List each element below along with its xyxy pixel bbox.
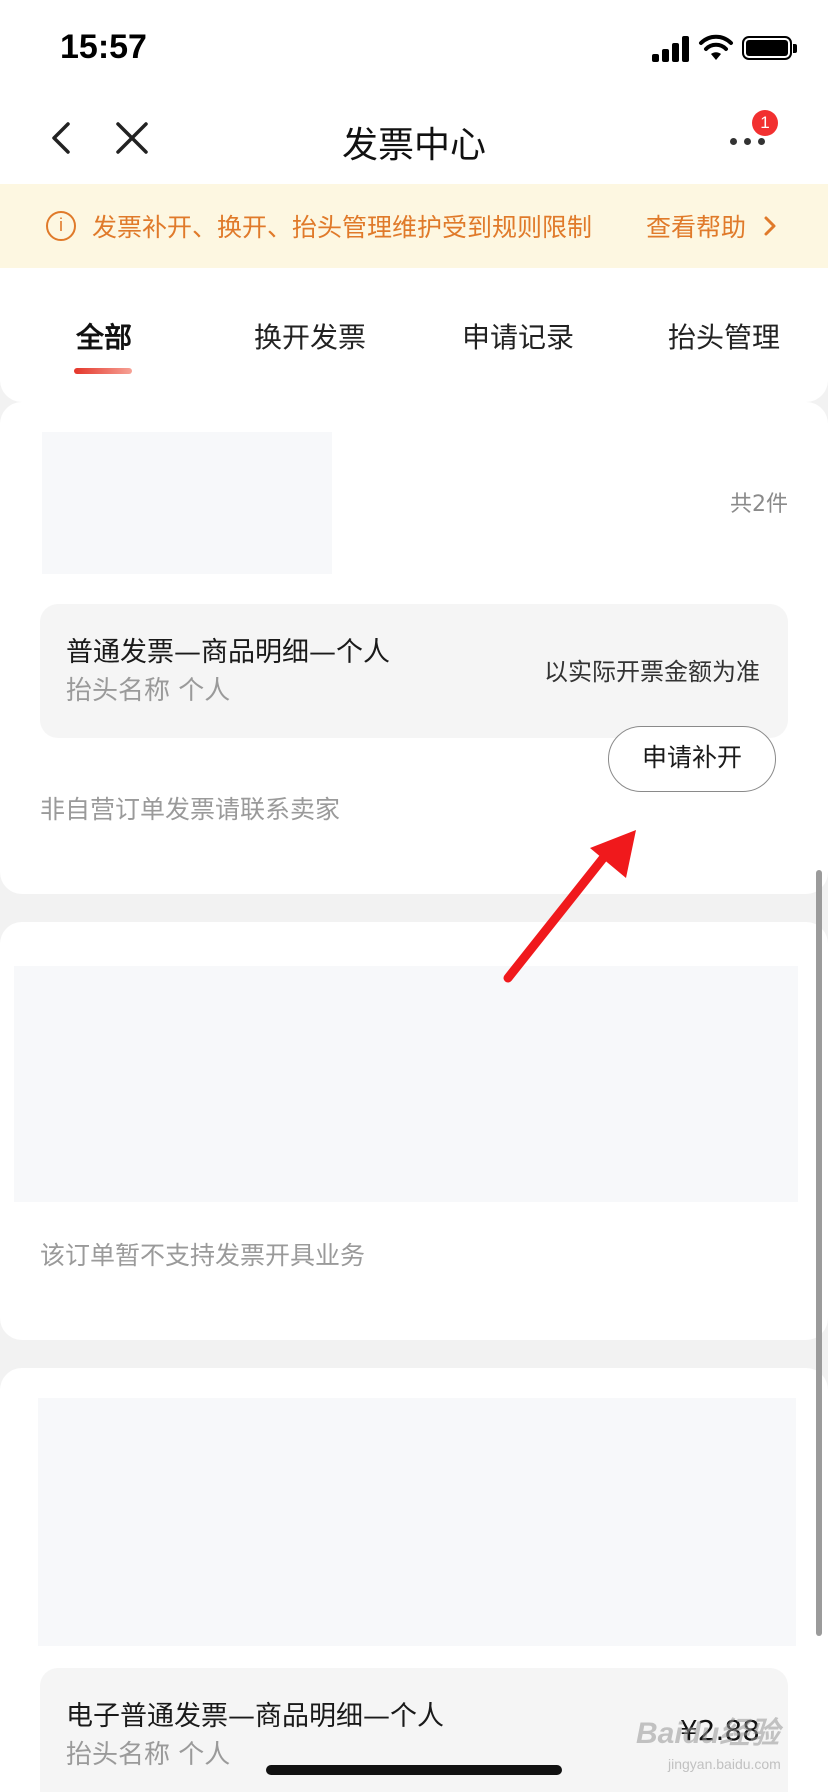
invoice-title: 抬头名称 个人 bbox=[66, 1740, 231, 1770]
invoice-type: 电子普通发票—商品明细—个人 bbox=[66, 1701, 444, 1732]
status-time: 15:57 bbox=[60, 28, 147, 66]
unsupported-hint: 该订单暂不支持发票开具业务 bbox=[40, 1241, 366, 1270]
notice-text: 发票补开、换开、抬头管理维护受到规则限制 bbox=[92, 213, 593, 242]
tab-reissue-invoice[interactable]: 换开发票 bbox=[254, 316, 366, 356]
order-card: 共2件 普通发票—商品明细—个人 抬头名称 个人 以实际开票金额为准 非自营订单… bbox=[0, 402, 828, 894]
product-image-placeholder[interactable] bbox=[14, 966, 798, 1202]
watermark: Baidu经验 bbox=[636, 1717, 780, 1750]
invoice-title: 抬头名称 个人 bbox=[66, 676, 231, 706]
invoice-type: 普通发票—商品明细—个人 bbox=[66, 637, 390, 668]
scrollbar[interactable] bbox=[816, 870, 822, 1636]
home-indicator[interactable] bbox=[266, 1765, 562, 1775]
tab-bar: 全部 换开发票 申请记录 抬头管理 bbox=[0, 268, 828, 402]
wifi-icon bbox=[699, 34, 733, 60]
cellular-signal-icon bbox=[652, 36, 692, 62]
battery-icon bbox=[742, 36, 797, 60]
tab-title-management[interactable]: 抬头管理 bbox=[668, 316, 780, 356]
watermark-url: jingyan.baidu.com bbox=[668, 1756, 781, 1772]
tab-all[interactable]: 全部 bbox=[76, 316, 132, 356]
nav-bar: 发票中心 1 bbox=[0, 92, 828, 184]
product-image-placeholder[interactable] bbox=[38, 1398, 796, 1646]
notification-badge: 1 bbox=[752, 110, 778, 136]
help-link[interactable]: 查看帮助 bbox=[646, 208, 746, 244]
amount-note: 以实际开票金额为准 bbox=[544, 658, 760, 686]
seller-contact-hint: 非自营订单发票请联系卖家 bbox=[40, 795, 341, 824]
tab-application-records[interactable]: 申请记录 bbox=[462, 316, 574, 356]
annotation-arrow-icon bbox=[503, 830, 636, 983]
chevron-right-icon[interactable] bbox=[762, 214, 778, 238]
page-title: 发票中心 bbox=[341, 125, 486, 166]
status-bar: 15:57 bbox=[0, 0, 828, 92]
product-image-placeholder[interactable] bbox=[42, 432, 332, 574]
item-count: 共2件 bbox=[730, 492, 788, 517]
invoice-info-box[interactable]: 普通发票—商品明细—个人 抬头名称 个人 以实际开票金额为准 bbox=[40, 604, 788, 738]
apply-reissue-button[interactable]: 申请补开 bbox=[608, 726, 776, 792]
active-tab-indicator bbox=[74, 368, 132, 374]
order-card: 该订单暂不支持发票开具业务 bbox=[0, 922, 828, 1340]
notice-banner: i 发票补开、换开、抬头管理维护受到规则限制 查看帮助 bbox=[0, 184, 828, 268]
info-icon: i bbox=[46, 211, 76, 241]
